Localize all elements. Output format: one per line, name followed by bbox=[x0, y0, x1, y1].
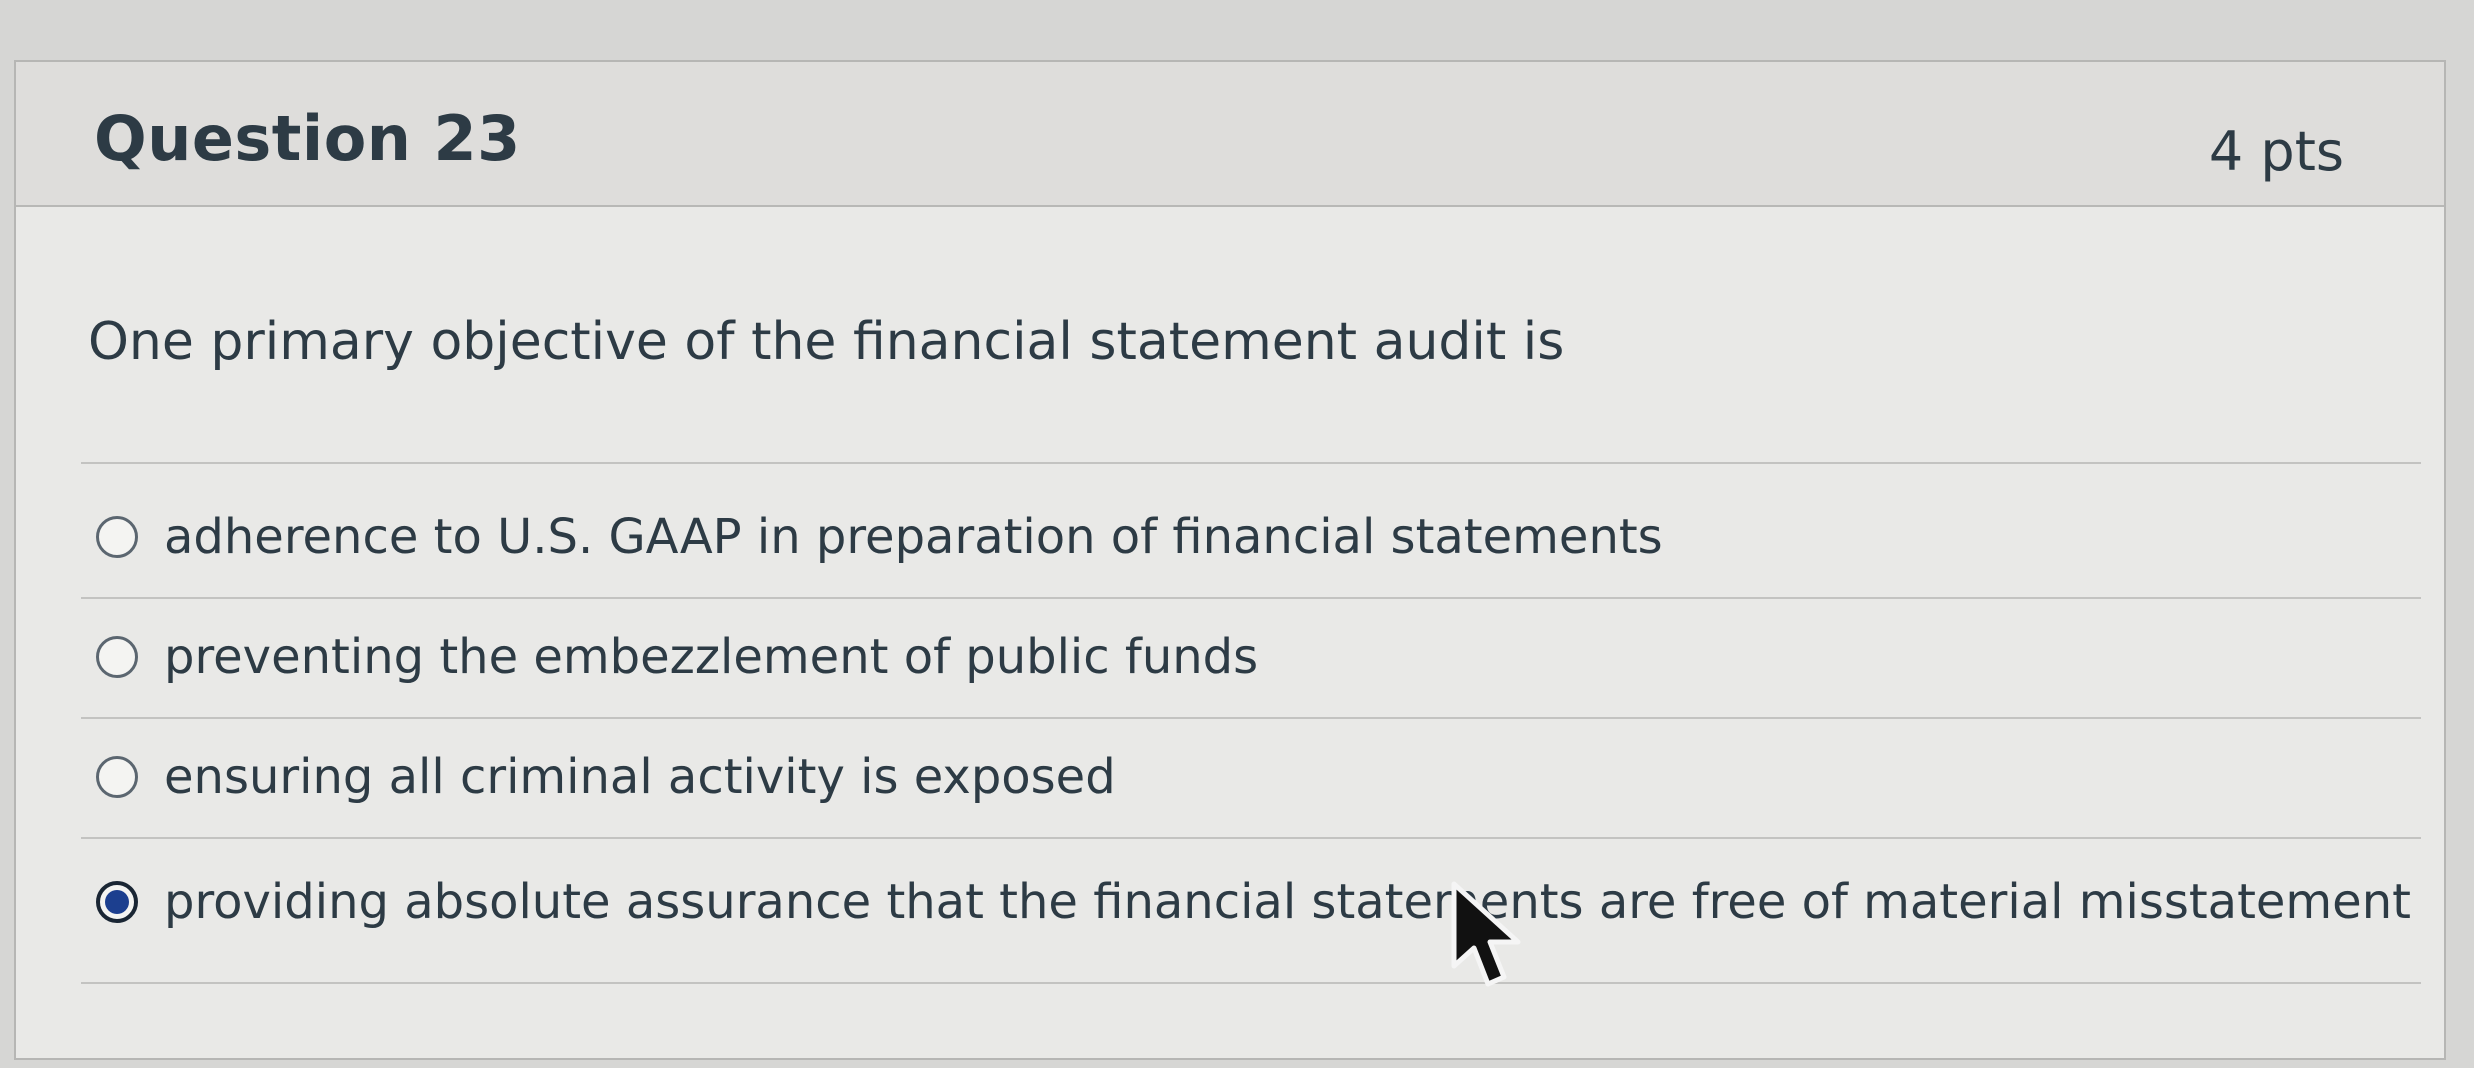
answer-divider bbox=[81, 597, 2421, 599]
answer-label: ensuring all criminal activity is expose… bbox=[164, 749, 1116, 805]
question-prompt: One primary objective of the financial s… bbox=[88, 312, 1565, 372]
answer-divider bbox=[81, 717, 2421, 719]
question-card: Question 23 4 pts One primary objective … bbox=[14, 60, 2446, 1060]
answer-label: preventing the embezzlement of public fu… bbox=[164, 629, 1259, 685]
mouse-pointer-arrow-icon bbox=[1451, 881, 1521, 987]
radio-button-unselected[interactable] bbox=[96, 516, 138, 558]
answer-option-4[interactable]: providing absolute assurance that the fi… bbox=[96, 852, 2411, 952]
radio-button-unselected[interactable] bbox=[96, 756, 138, 798]
prompt-divider bbox=[81, 462, 2421, 464]
radio-button-selected[interactable] bbox=[96, 881, 138, 923]
answer-option-1[interactable]: adherence to U.S. GAAP in preparation of… bbox=[96, 487, 1663, 587]
answer-option-3[interactable]: ensuring all criminal activity is expose… bbox=[96, 727, 1116, 827]
answer-divider bbox=[81, 982, 2421, 984]
question-title: Question 23 bbox=[94, 102, 521, 175]
question-points: 4 pts bbox=[2208, 120, 2344, 183]
answer-option-2[interactable]: preventing the embezzlement of public fu… bbox=[96, 607, 1258, 707]
radio-button-unselected[interactable] bbox=[96, 636, 138, 678]
answer-label: adherence to U.S. GAAP in preparation of… bbox=[164, 509, 1663, 565]
answer-divider bbox=[81, 837, 2421, 839]
question-header: Question 23 4 pts bbox=[16, 62, 2444, 207]
answer-label: providing absolute assurance that the fi… bbox=[164, 874, 2411, 930]
